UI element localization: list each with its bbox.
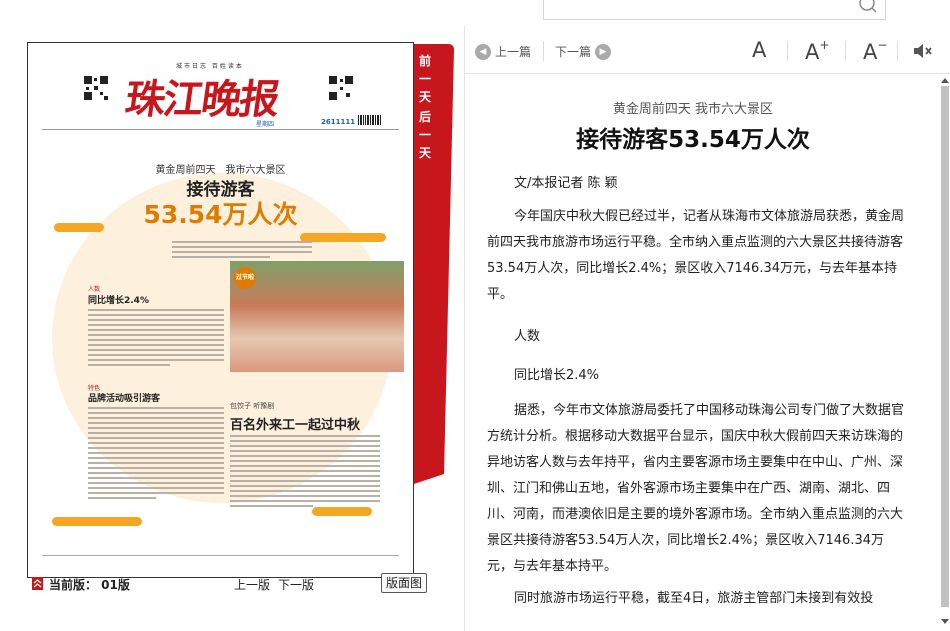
toolbar-divider (845, 41, 846, 61)
article-panel: ◀ 上一篇 下一篇 ▶ A A+ A− 黄金周前四天 我市六大景区 接待游客53… (464, 26, 950, 631)
arrow-right-icon: ▶ (595, 43, 612, 60)
newspaper-masthead: 城市日志 百姓读本 珠江晚报 星期四 2611111 (28, 43, 413, 133)
masthead-weekday: 星期四 (256, 121, 275, 128)
font-increase-button[interactable]: A+ (805, 38, 829, 64)
font-decrease-label: A (863, 40, 878, 64)
edition-bar: 当前版： 01版 上一版 下一版 版面图 (27, 570, 437, 600)
prev-article-label: 上一篇 (495, 45, 532, 59)
next-edition-link[interactable]: 下一版 (278, 576, 314, 593)
section-1-text (88, 309, 224, 369)
font-decrease-button[interactable]: A− (863, 38, 887, 64)
qr-code-left-icon (83, 75, 109, 101)
toolbar-divider (787, 41, 788, 61)
article-paragraph-5: 同时旅游市场运行平稳，截至4日，旅游主管部门未接到有效投 (514, 591, 874, 606)
masthead-info-row: 星期四 2611111 (56, 118, 386, 129)
speaker-icon[interactable] (912, 42, 934, 60)
section-1-tag: 人数 (88, 286, 101, 293)
next-day-char-1[interactable]: 后 (414, 108, 436, 125)
font-decrease-minus: − (877, 38, 888, 52)
font-increase-plus: + (819, 38, 830, 52)
next-article-label: 下一篇 (555, 45, 592, 59)
article-author: 文/本报记者 陈 颖 (514, 176, 618, 191)
photo-badge: 过节啦 (234, 267, 256, 289)
lead-text-block (172, 241, 312, 261)
current-edition-label: 当前版： 01版 (49, 578, 130, 592)
newspaper-page-image[interactable]: 城市日志 百姓读本 珠江晚报 星期四 2611111 黄金周前四天 我市六大景区… (27, 42, 414, 578)
prev-edition-link[interactable]: 上一版 (234, 576, 270, 593)
decorative-orange-bar (52, 517, 142, 526)
article-content: 黄金周前四天 我市六大景区 接待游客53.54万人次 文/本报记者 陈 颖 今年… (465, 74, 939, 631)
prev-article-button[interactable]: ◀ 上一篇 (475, 43, 531, 60)
page-root: 城市日志 百姓读本 珠江晚报 星期四 2611111 黄金周前四天 我市六大景区… (0, 0, 950, 631)
article-title: 接待游客53.54万人次 (576, 127, 810, 153)
prev-day-char-2[interactable]: 一 (414, 70, 436, 87)
article-paragraph-3: 同比增长2.4% (514, 368, 600, 383)
scroll-down-arrow-icon[interactable] (941, 619, 949, 624)
article-paragraph-1: 今年国庆中秋大假已经过半，记者从珠海市文体旅游局获悉，黄金周前四天我市旅游市场运… (487, 209, 905, 302)
scroll-thumb[interactable] (941, 86, 949, 607)
next-day-char-2[interactable]: 一 (414, 126, 436, 143)
masthead-issue-number: 2611111 (321, 118, 356, 126)
article-toolbar: ◀ 上一篇 下一篇 ▶ A A+ A− (465, 26, 950, 74)
article-subtitle: 黄金周前四天 我市六大景区 (612, 102, 774, 117)
decorative-orange-bar (300, 233, 386, 242)
front-headline-2: 53.54万人次 (143, 200, 298, 229)
front-subtitle: 黄金周前四天 我市六大景区 (155, 165, 286, 176)
newspaper-panel: 城市日志 百姓读本 珠江晚报 星期四 2611111 黄金周前四天 我市六大景区… (0, 26, 464, 631)
bottom-story-subtitle: 包饺子 听豫剧 (230, 402, 275, 410)
newspaper-footer (42, 555, 399, 563)
front-photo: 过节啦 (230, 261, 404, 372)
search-input[interactable] (543, 0, 886, 20)
toolbar-divider (543, 41, 544, 61)
prev-day-char-3[interactable]: 天 (414, 88, 436, 105)
bottom-story-headline: 百名外来工一起过中秋 (230, 418, 361, 433)
qr-code-right-icon (328, 75, 354, 101)
font-increase-label: A (805, 40, 820, 64)
layout-view-button[interactable]: 版面图 (381, 573, 427, 593)
article-scrollbar[interactable] (939, 74, 950, 631)
prev-day-char-1[interactable]: 前 (414, 52, 436, 69)
toolbar-divider (897, 41, 898, 61)
article-paragraph-4: 据悉，今年市文体旅游局委托了中国移动珠海公司专门做了大数据官方统计分析。根据移动… (487, 403, 905, 574)
newspaper-front-page: 黄金周前四天 我市六大景区 接待游客 53.54万人次 人数 同比增长2.4% … (42, 131, 404, 546)
masthead-divider (42, 129, 399, 130)
edition-marker-icon (32, 577, 43, 590)
next-article-button[interactable]: 下一篇 ▶ (555, 43, 612, 60)
search-icon[interactable] (858, 0, 878, 14)
top-strip (0, 0, 950, 26)
font-normal-label: A (752, 38, 767, 62)
bottom-story-text (230, 435, 380, 510)
scroll-up-arrow-icon[interactable] (941, 78, 949, 83)
article-paragraph-2: 人数 (514, 329, 541, 344)
section-2-text (88, 407, 224, 502)
arrow-left-icon: ◀ (475, 43, 491, 60)
section-1-title: 同比增长2.4% (88, 296, 149, 306)
font-normal-button[interactable]: A (752, 38, 766, 62)
barcode-icon (358, 115, 381, 125)
section-2-title: 品牌活动吸引游客 (88, 394, 161, 404)
next-day-char-3[interactable]: 天 (414, 144, 436, 161)
masthead-title: 珠江晚报 (122, 76, 281, 123)
